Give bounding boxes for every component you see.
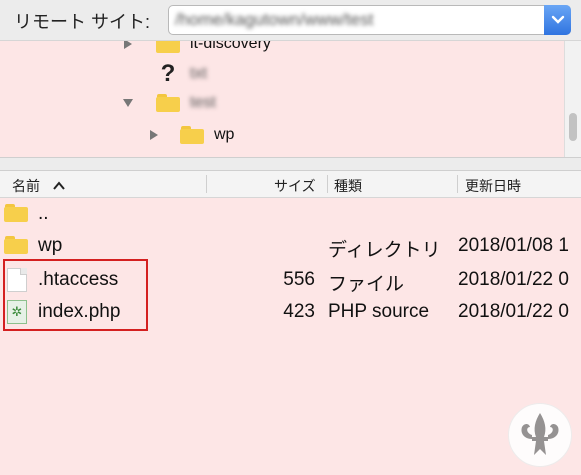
column-header-size[interactable]: サイズ — [274, 176, 316, 196]
column-header-type[interactable]: 種類 — [334, 176, 362, 196]
tree-item[interactable]: test — [120, 89, 216, 117]
expand-arrow-icon[interactable] — [146, 129, 162, 141]
tree-item-label: it-discovery — [190, 41, 271, 52]
file-list-header: 名前 サイズ 種類 更新日時 — [0, 171, 581, 198]
tree-item[interactable]: wp — [146, 121, 234, 149]
folder-icon — [4, 204, 28, 222]
file-type: ファイル — [328, 274, 405, 295]
file-type: ディレクトリ — [328, 240, 441, 261]
file-name: .. — [38, 203, 49, 224]
tree-item-label: wp — [214, 126, 235, 143]
folder-icon — [156, 41, 180, 53]
file-size: 423 — [283, 301, 315, 322]
tree-scrollbar[interactable] — [564, 41, 581, 157]
file-size: 556 — [283, 269, 315, 290]
remote-site-bar: リモート サイト: /home/kagutown/www/test — [0, 0, 581, 41]
folder-icon — [156, 94, 180, 112]
column-separator[interactable] — [327, 175, 328, 193]
tree-item[interactable]: it-discovery — [120, 41, 271, 58]
file-row[interactable]: .. — [0, 198, 581, 231]
file-modified: 2018/01/22 0 — [458, 301, 569, 322]
column-separator[interactable] — [457, 175, 458, 193]
remote-path-combobox[interactable]: /home/kagutown/www/test — [168, 5, 571, 35]
file-type: PHP source — [328, 301, 430, 322]
column-header-modified[interactable]: 更新日時 — [465, 176, 521, 196]
column-header-name[interactable]: 名前 — [12, 176, 66, 196]
pane-divider[interactable] — [0, 157, 581, 171]
file-name: wp — [38, 235, 63, 256]
file-modified: 2018/01/08 1 — [458, 235, 569, 256]
file-list: .. wp ディレクトリ 2018/01/08 1 .htaccess 556 … — [0, 198, 581, 475]
folder-icon — [4, 236, 28, 254]
expand-arrow-icon[interactable] — [120, 41, 136, 50]
collapse-arrow-icon[interactable] — [120, 98, 136, 108]
file-modified: 2018/01/22 0 — [458, 269, 569, 290]
unknown-file-icon: ? — [160, 60, 176, 87]
tree-item-label: test — [190, 94, 216, 111]
chevron-down-icon — [551, 15, 564, 24]
fleur-de-lis-logo-icon — [508, 403, 572, 467]
sort-ascending-icon — [53, 181, 65, 190]
column-label: 名前 — [12, 178, 40, 194]
column-separator[interactable] — [206, 175, 207, 193]
tree-item[interactable]: ? txt — [156, 60, 207, 88]
remote-site-label: リモート サイト: — [14, 12, 151, 32]
tree-item-label: txt — [190, 65, 207, 82]
remote-path-input[interactable]: /home/kagutown/www/test — [175, 10, 373, 30]
highlight-box — [3, 259, 148, 331]
folder-icon — [180, 126, 204, 144]
path-dropdown-button[interactable] — [544, 5, 571, 35]
scrollbar-thumb[interactable] — [569, 113, 577, 141]
remote-directory-tree: it-discovery ? txt test wp — [0, 41, 581, 157]
